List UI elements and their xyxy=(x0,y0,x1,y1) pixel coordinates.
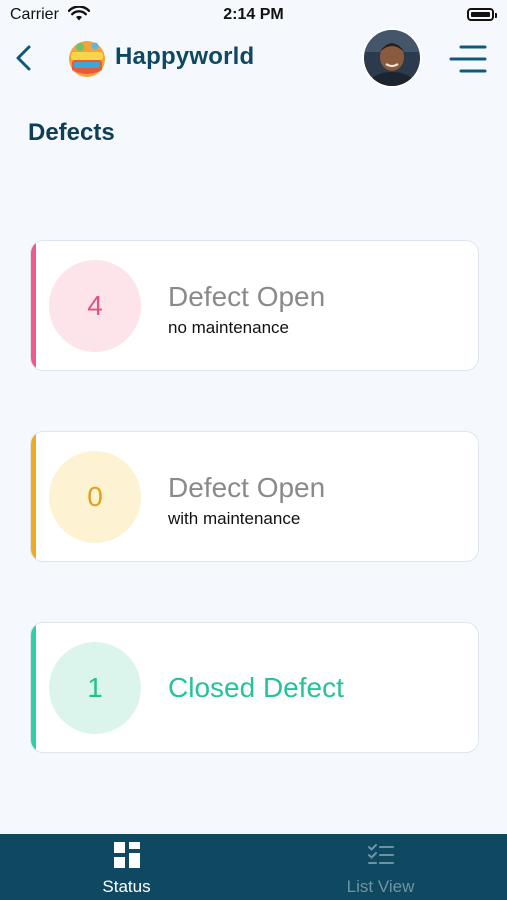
bottom-tab-bar: Status List View xyxy=(0,834,507,900)
count-value: 0 xyxy=(87,481,103,512)
count-badge: 0 xyxy=(49,451,141,543)
brand-name: Happyworld xyxy=(115,43,255,70)
battery-icon xyxy=(467,8,497,21)
count-value: 4 xyxy=(87,290,103,321)
defect-open-no-maintenance-card[interactable]: 4 Defect Open no maintenance xyxy=(30,240,479,371)
card-accent-bar xyxy=(31,241,36,370)
card-accent-bar xyxy=(31,623,36,752)
card-title: Closed Defect xyxy=(168,672,344,703)
card-accent-bar xyxy=(31,432,36,561)
count-badge: 4 xyxy=(49,260,141,352)
tab-label: Status xyxy=(102,877,151,896)
dashboard-icon xyxy=(113,842,140,868)
tab-label: List View xyxy=(346,877,415,896)
tab-status[interactable]: Status xyxy=(0,834,253,900)
defect-open-with-maintenance-card[interactable]: 0 Defect Open with maintenance xyxy=(30,431,479,562)
app-header: Happyworld xyxy=(0,30,507,86)
count-value: 1 xyxy=(87,672,103,703)
card-title: Defect Open xyxy=(168,472,326,503)
checklist-icon xyxy=(367,844,394,864)
user-avatar[interactable] xyxy=(364,30,420,86)
closed-defect-card[interactable]: 1 Closed Defect xyxy=(30,622,479,753)
back-chevron-icon[interactable] xyxy=(10,42,40,74)
menu-icon[interactable] xyxy=(447,42,489,76)
count-badge: 1 xyxy=(49,642,141,734)
app-logo xyxy=(69,41,105,77)
tab-list-view[interactable]: List View xyxy=(254,834,507,900)
card-subtitle: with maintenance xyxy=(168,509,301,528)
clock: 2:14 PM xyxy=(223,6,284,23)
page-title: Defects xyxy=(28,119,115,146)
card-title: Defect Open xyxy=(168,281,326,312)
status-bar: Carrier 2:14 PM xyxy=(0,0,507,30)
card-subtitle: no maintenance xyxy=(168,318,289,337)
